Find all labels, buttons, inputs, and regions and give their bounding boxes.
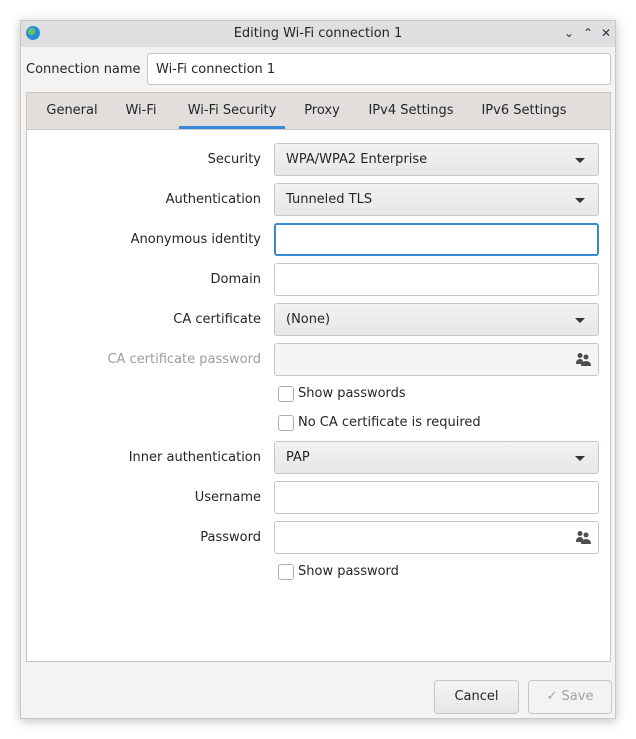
security-combo[interactable]: WPA/WPA2 Enterprise bbox=[274, 143, 599, 176]
minimize-button[interactable]: ⌄ bbox=[560, 24, 578, 42]
cancel-button[interactable]: Cancel bbox=[434, 680, 519, 714]
username-label: Username bbox=[194, 490, 261, 505]
checkbox-box bbox=[278, 415, 294, 431]
ca-certificate-password-input[interactable] bbox=[274, 343, 599, 376]
ca-certificate-password-label: CA certificate password bbox=[107, 352, 261, 367]
close-button[interactable]: ✕ bbox=[597, 24, 615, 42]
dialog-window: Editing Wi-Fi connection 1 ⌄ ⌃ ✕ Connect… bbox=[20, 20, 616, 719]
authentication-combo[interactable]: Tunneled TLS bbox=[274, 183, 599, 216]
password-wrapper bbox=[274, 521, 599, 554]
checkbox-box bbox=[278, 564, 294, 580]
show-password-label: Show password bbox=[298, 564, 399, 579]
password-storage-users-icon[interactable] bbox=[575, 352, 591, 366]
window-title: Editing Wi-Fi connection 1 bbox=[233, 26, 403, 41]
anonymous-identity-input[interactable] bbox=[274, 223, 599, 256]
username-input[interactable] bbox=[274, 481, 599, 514]
tab-proxy[interactable]: Proxy bbox=[299, 93, 345, 129]
inner-authentication-value: PAP bbox=[286, 450, 310, 465]
checkbox-box bbox=[278, 386, 294, 402]
domain-input[interactable] bbox=[274, 263, 599, 296]
password-label: Password bbox=[200, 530, 261, 545]
dropdown-arrow-icon bbox=[575, 158, 585, 163]
ca-certificate-combo[interactable]: (None) bbox=[274, 303, 599, 336]
domain-label: Domain bbox=[210, 272, 261, 287]
tab-wifi[interactable]: Wi-Fi bbox=[120, 93, 162, 129]
wifi-security-panel: Security WPA/WPA2 Enterprise Authenticat… bbox=[26, 129, 611, 662]
tab-ipv4-settings[interactable]: IPv4 Settings bbox=[365, 93, 457, 129]
security-label: Security bbox=[207, 152, 261, 167]
authentication-label: Authentication bbox=[165, 192, 261, 207]
title-bar[interactable]: Editing Wi-Fi connection 1 ⌄ ⌃ ✕ bbox=[21, 21, 615, 47]
ca-certificate-label: CA certificate bbox=[173, 312, 261, 327]
inner-authentication-combo[interactable]: PAP bbox=[274, 441, 599, 474]
tab-bar: General Wi-Fi Wi-Fi Security Proxy IPv4 … bbox=[26, 92, 611, 129]
save-button[interactable]: ✓ Save bbox=[528, 680, 612, 714]
tab-general[interactable]: General bbox=[42, 93, 102, 129]
authentication-value: Tunneled TLS bbox=[286, 192, 373, 207]
dropdown-arrow-icon bbox=[575, 318, 585, 323]
maximize-button[interactable]: ⌃ bbox=[579, 24, 597, 42]
ca-certificate-value: (None) bbox=[286, 312, 331, 327]
no-ca-required-label: No CA certificate is required bbox=[298, 415, 481, 430]
anonymous-identity-label: Anonymous identity bbox=[130, 232, 261, 247]
show-passwords-label: Show passwords bbox=[298, 386, 406, 401]
ca-certificate-password-wrapper bbox=[274, 343, 599, 376]
connection-name-input[interactable] bbox=[147, 53, 611, 85]
password-storage-users-icon[interactable] bbox=[575, 530, 591, 544]
tab-wifi-security[interactable]: Wi-Fi Security bbox=[179, 93, 285, 129]
dropdown-arrow-icon bbox=[575, 198, 585, 203]
security-value: WPA/WPA2 Enterprise bbox=[286, 152, 428, 167]
inner-authentication-label: Inner authentication bbox=[128, 450, 261, 465]
connection-name-label: Connection name bbox=[26, 62, 141, 77]
dropdown-arrow-icon bbox=[575, 456, 585, 461]
tab-ipv6-settings[interactable]: IPv6 Settings bbox=[478, 93, 570, 129]
password-input[interactable] bbox=[274, 521, 599, 554]
